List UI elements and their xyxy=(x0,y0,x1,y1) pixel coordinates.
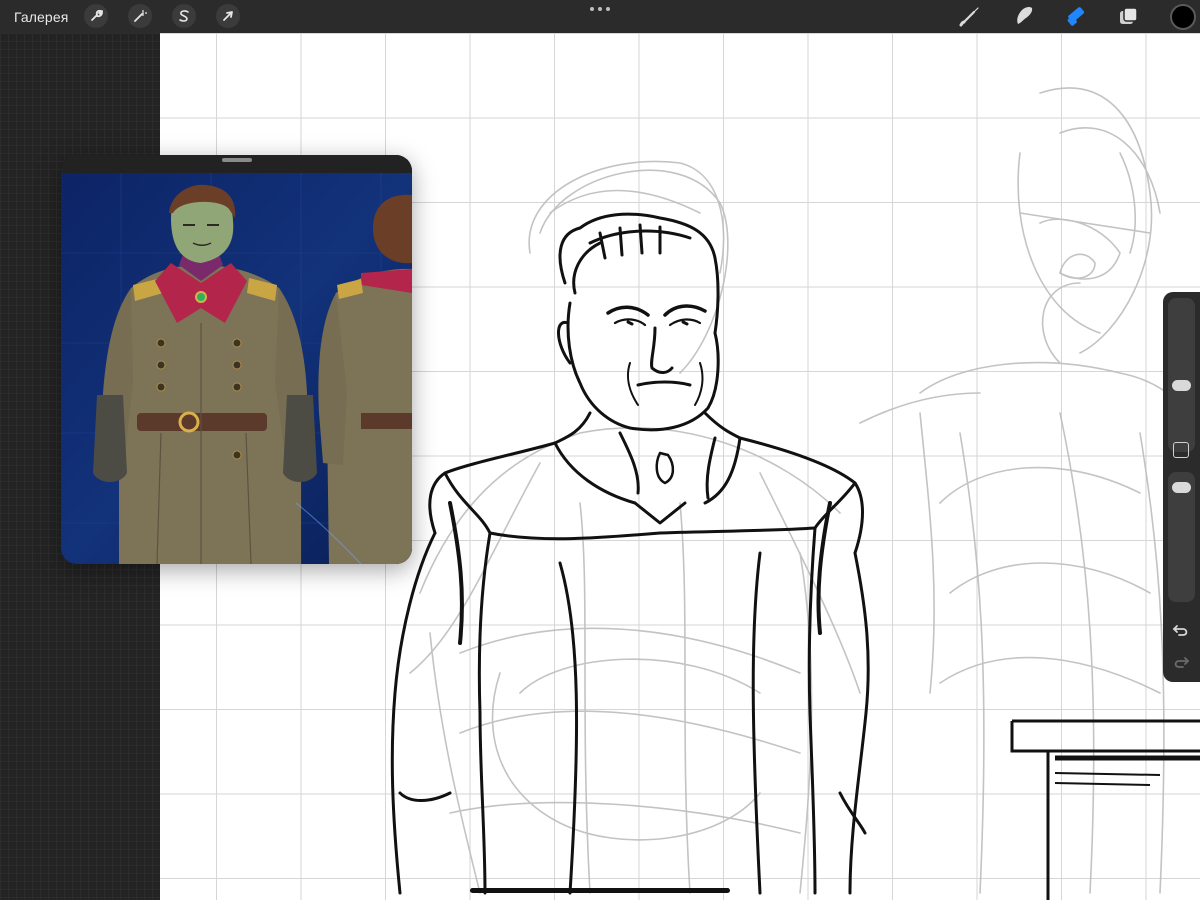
undo-icon[interactable] xyxy=(1171,620,1191,640)
reference-panel[interactable] xyxy=(61,155,412,564)
opacity-thumb[interactable] xyxy=(1172,482,1191,493)
gallery-button[interactable]: Галерея xyxy=(14,8,68,26)
arrow-cursor-icon[interactable] xyxy=(216,4,240,28)
brush-size-thumb[interactable] xyxy=(1172,380,1191,391)
opacity-slider[interactable] xyxy=(1168,472,1195,602)
color-swatch[interactable] xyxy=(1170,4,1196,30)
drag-handle[interactable] xyxy=(222,158,252,162)
dot xyxy=(606,7,610,11)
more-options-icon[interactable] xyxy=(590,6,610,12)
selection-s-icon[interactable] xyxy=(172,4,196,28)
redo-icon[interactable] xyxy=(1171,652,1191,672)
eraser-icon[interactable] xyxy=(1064,4,1088,28)
brush-icon[interactable] xyxy=(958,4,982,28)
smudge-icon[interactable] xyxy=(1012,4,1036,28)
home-indicator xyxy=(470,888,730,893)
sidebar-sliders xyxy=(1163,292,1200,682)
layers-icon[interactable] xyxy=(1117,4,1141,28)
brush-size-slider[interactable] xyxy=(1168,298,1195,452)
wrench-icon[interactable] xyxy=(84,4,108,28)
dot xyxy=(598,7,602,11)
reference-image-icon xyxy=(61,173,412,564)
reference-panel-header[interactable] xyxy=(61,155,412,173)
top-toolbar: Галерея xyxy=(0,0,1200,33)
dot xyxy=(590,7,594,11)
magic-wand-icon[interactable] xyxy=(128,4,152,28)
square-modify-icon[interactable] xyxy=(1173,442,1189,458)
